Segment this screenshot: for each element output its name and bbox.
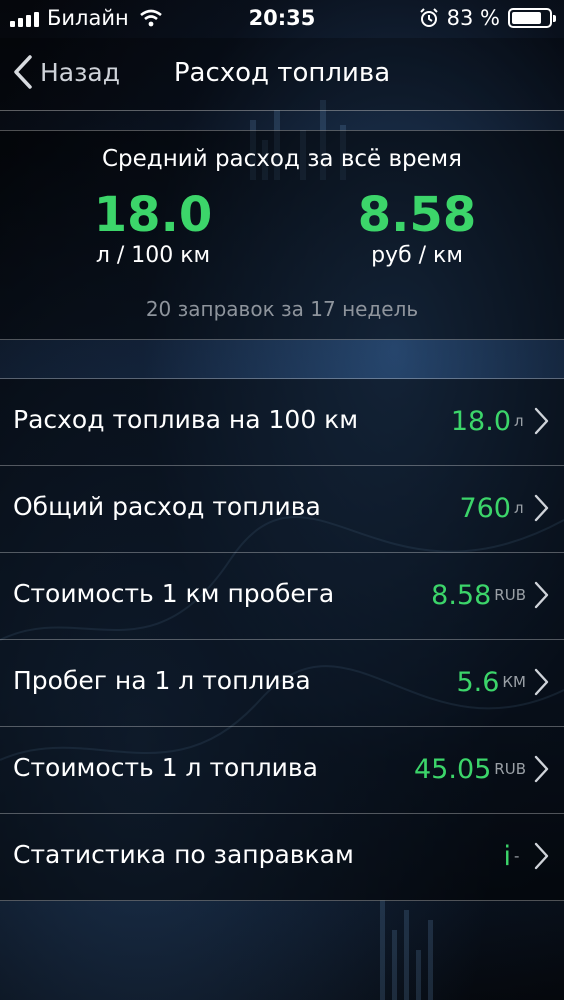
list-item-label: Стоимость 1 л топлива xyxy=(13,753,318,782)
list-item-unit: КМ xyxy=(502,673,526,691)
list-item-label: Расход топлива на 100 км xyxy=(13,405,359,434)
cost-per-km-stat: 8.58 руб / км xyxy=(302,189,532,268)
average-consumption-value: 18.0 xyxy=(93,187,213,243)
chevron-right-icon xyxy=(532,754,550,784)
list-item-label: Пробег на 1 л топлива xyxy=(13,666,311,695)
list-item[interactable]: Стоимость 1 км пробега 8.58 RUB xyxy=(0,553,564,640)
summary-panel: Средний расход за всё время 18.0 л / 100… xyxy=(0,130,564,340)
list-item[interactable]: Статистика по заправкам i - xyxy=(0,814,564,901)
list-item-unit: - xyxy=(514,847,520,865)
navigation-bar: Назад Расход топлива xyxy=(0,38,564,111)
list-item-label: Общий расход топлива xyxy=(13,492,321,521)
list-item[interactable]: Стоимость 1 л топлива 45.05 RUB xyxy=(0,727,564,814)
chevron-right-icon xyxy=(532,493,550,523)
chevron-right-icon xyxy=(532,841,550,871)
alarm-icon xyxy=(419,8,438,27)
list-item-value: 45.05 xyxy=(414,753,492,785)
list-item-unit: RUB xyxy=(494,760,526,778)
cost-per-km-unit: руб / км xyxy=(371,243,463,268)
list-item-unit: л xyxy=(514,499,524,517)
list-item-value: 18.0 xyxy=(450,405,511,437)
list-item[interactable]: Расход топлива на 100 км 18.0 л xyxy=(0,379,564,466)
list-item-value: 5.6 xyxy=(456,666,500,698)
list-item-value: 760 xyxy=(459,492,511,524)
list-item-value: i xyxy=(503,840,511,872)
list-item-value: 8.58 xyxy=(431,579,492,611)
chevron-right-icon xyxy=(532,667,550,697)
list-item-unit: RUB xyxy=(494,586,526,604)
list-item[interactable]: Пробег на 1 л топлива 5.6 КМ xyxy=(0,640,564,727)
metrics-list: Расход топлива на 100 км 18.0 л Общий расхо… xyxy=(0,378,564,901)
chevron-right-icon xyxy=(532,406,550,436)
status-bar: Билайн 20:35 83 % xyxy=(0,0,564,38)
list-item[interactable]: Общий расход топлива 760 л xyxy=(0,466,564,553)
cost-per-km-value: 8.58 xyxy=(357,187,477,243)
average-consumption-stat: 18.0 л / 100 км xyxy=(38,189,268,268)
summary-title: Средний расход за всё время xyxy=(102,146,462,172)
list-item-unit: л xyxy=(514,412,524,430)
average-consumption-unit: л / 100 км xyxy=(95,243,211,268)
battery-percent: 83 % xyxy=(446,6,500,30)
chevron-right-icon xyxy=(532,580,550,610)
list-item-label: Статистика по заправкам xyxy=(13,840,354,869)
refuels-summary-note: 20 заправок за 17 недель xyxy=(145,297,419,321)
page-title: Расход топлива xyxy=(173,58,391,88)
list-item-label: Стоимость 1 км пробега xyxy=(13,579,335,608)
battery-icon xyxy=(508,8,556,28)
